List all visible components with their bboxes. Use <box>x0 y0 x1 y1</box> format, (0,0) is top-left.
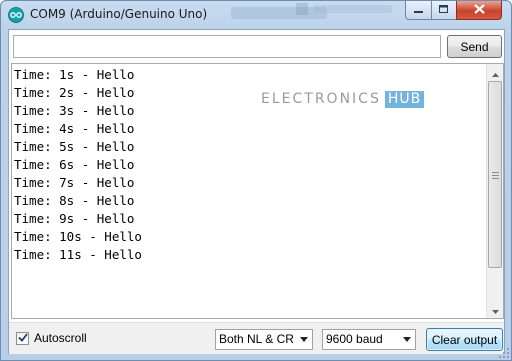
background-window-blur <box>296 3 396 23</box>
line-ending-select[interactable]: Both NL & CR <box>215 329 313 350</box>
output-line: Time: 5s - Hello <box>14 139 135 154</box>
output-line: Time: 4s - Hello <box>14 121 135 136</box>
bottom-toolbar: Autoscroll Both NL & CR 9600 baud Clear … <box>9 322 504 354</box>
title-bar[interactable]: COM9 (Arduino/Genuino Uno) <box>1 1 511 29</box>
close-icon <box>473 3 485 17</box>
line-ending-value: Both NL & CR <box>219 332 294 346</box>
minimize-icon <box>413 3 424 17</box>
scroll-up-button[interactable] <box>487 64 503 81</box>
arrow-down-icon <box>491 303 499 317</box>
autoscroll-toggle[interactable]: Autoscroll <box>16 331 87 345</box>
watermark-text: ELECTRONICS <box>261 91 381 107</box>
grip-lines-icon <box>491 168 499 182</box>
window-title: COM9 (Arduino/Genuino Uno) <box>30 7 208 21</box>
arduino-icon <box>8 7 24 23</box>
baud-rate-select[interactable]: 9600 baud <box>322 329 416 350</box>
output-line: Time: 2s - Hello <box>14 85 135 100</box>
clear-output-button[interactable]: Clear output <box>426 328 503 351</box>
output-line: Time: 1s - Hello <box>14 67 135 82</box>
baud-rate-value: 9600 baud <box>326 332 383 346</box>
maximize-button[interactable] <box>431 1 457 20</box>
client-area: Send Time: 1s - Hello Time: 2s - Hello Tim… <box>8 29 505 354</box>
chevron-down-icon <box>295 330 312 349</box>
autoscroll-label: Autoscroll <box>34 331 87 345</box>
chevron-down-icon <box>398 330 415 349</box>
serial-output-area[interactable]: Time: 1s - Hello Time: 2s - Hello Time: 3s… <box>11 63 504 319</box>
vertical-scrollbar[interactable] <box>486 64 503 318</box>
autoscroll-checkbox[interactable] <box>16 331 29 345</box>
arrow-up-icon <box>491 66 499 80</box>
output-line: Time: 7s - Hello <box>14 175 135 190</box>
checkmark-icon <box>17 331 28 345</box>
send-button[interactable]: Send <box>447 35 502 58</box>
watermark-hub: HUB <box>384 90 425 108</box>
close-button[interactable] <box>456 1 502 20</box>
output-line: Time: 6s - Hello <box>14 157 135 172</box>
output-lines: Time: 1s - Hello Time: 2s - Hello Time: 3s… <box>14 66 142 264</box>
resize-grip-icon[interactable] <box>498 347 510 359</box>
maximize-icon <box>439 3 449 17</box>
output-line: Time: 10s - Hello <box>14 229 142 244</box>
output-line: Time: 3s - Hello <box>14 103 135 118</box>
output-line: Time: 9s - Hello <box>14 211 135 226</box>
watermark: ELECTRONICS HUB <box>261 87 425 111</box>
serial-send-input[interactable] <box>13 35 441 58</box>
output-line: Time: 8s - Hello <box>14 193 135 208</box>
scroll-down-button[interactable] <box>487 301 503 318</box>
minimize-button[interactable] <box>405 1 432 20</box>
scrollbar-thumb[interactable] <box>488 81 502 268</box>
output-line: Time: 11s - Hello <box>14 247 142 262</box>
serial-monitor-window: COM9 (Arduino/Genuino Uno) Send Time: 1s… <box>0 0 512 361</box>
